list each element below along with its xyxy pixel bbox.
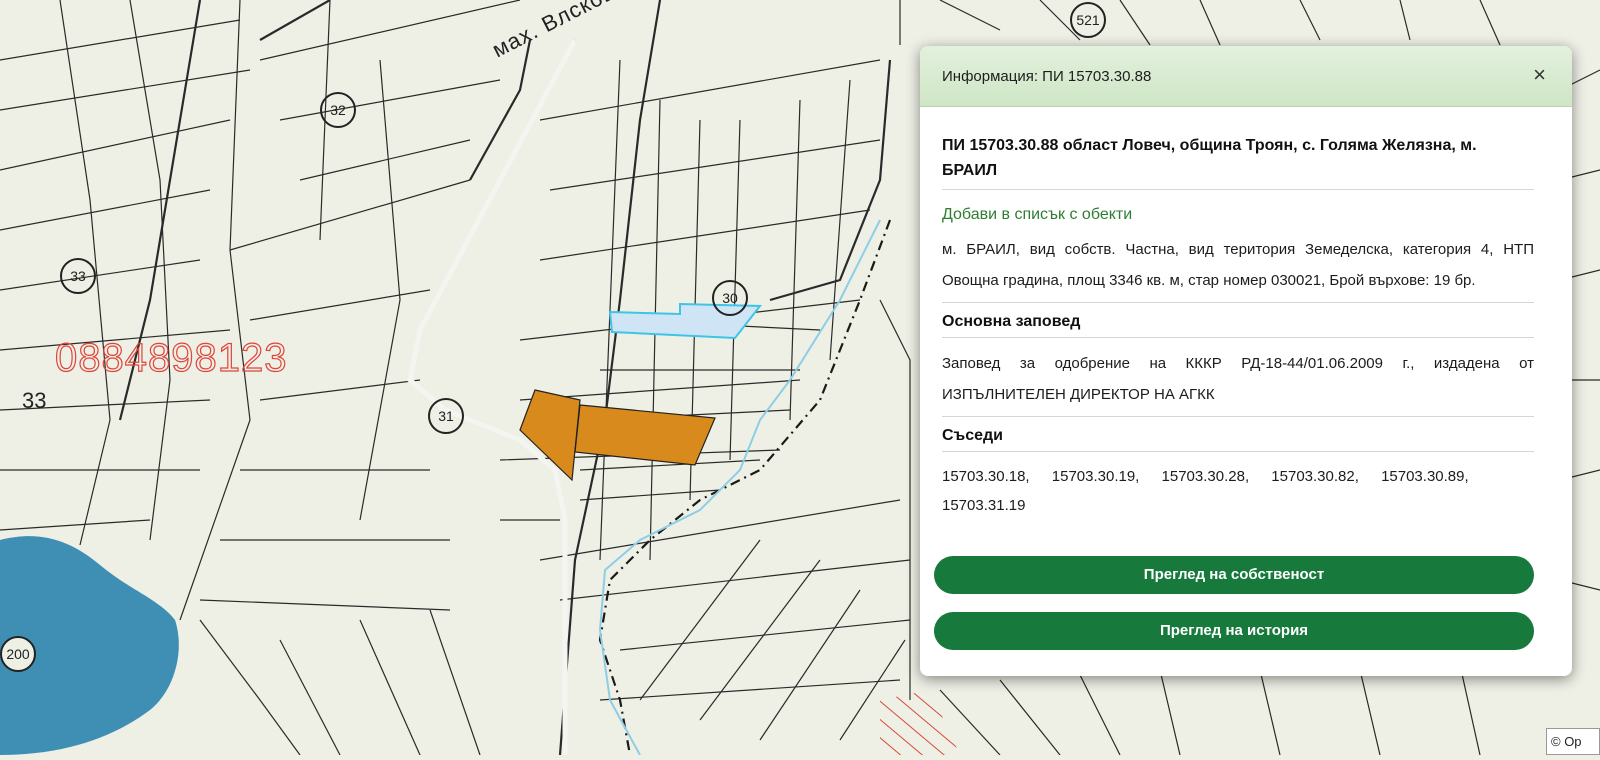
neighbor-link[interactable]: 15703.30.82, <box>1271 468 1359 485</box>
plot-number-badge: 200 <box>0 636 36 672</box>
ownership-button[interactable]: Преглед на собственост <box>934 556 1534 594</box>
info-panel: Информация: ПИ 15703.30.88 × ПИ 15703.30… <box>920 46 1572 676</box>
neighbors-heading: Съседи <box>942 427 1004 444</box>
divider <box>942 451 1534 452</box>
add-to-list-link[interactable]: Добави в списък с обекти <box>942 206 1534 224</box>
neighbor-link[interactable]: 15703.30.19, <box>1052 468 1140 485</box>
info-panel-title: Информация: ПИ 15703.30.88 <box>942 68 1152 85</box>
info-panel-header: Информация: ПИ 15703.30.88 × <box>920 46 1572 107</box>
parcel-heading: ПИ 15703.30.88 област Ловеч, община Троя… <box>942 137 1477 179</box>
divider <box>942 416 1534 417</box>
info-panel-body: ПИ 15703.30.88 област Ловеч, община Троя… <box>920 133 1572 520</box>
plot-number-badge: 33 <box>60 258 96 294</box>
neighbor-link[interactable]: 15703.30.18, <box>942 468 1030 485</box>
divider <box>942 302 1534 303</box>
plot-number-badge: 31 <box>428 398 464 434</box>
area-number-label: 33 <box>22 388 47 413</box>
close-icon[interactable]: × <box>1533 62 1546 88</box>
neighbor-link[interactable]: 15703.30.28, <box>1162 468 1250 485</box>
order-heading: Основна заповед <box>942 313 1081 330</box>
divider <box>942 337 1534 338</box>
plot-number-badge: 30 <box>712 280 748 316</box>
neighbor-link[interactable]: 15703.30.89, <box>1381 468 1469 485</box>
map-attribution[interactable]: © Ор <box>1546 728 1600 755</box>
neighbor-link[interactable]: 15703.31.19 <box>942 497 1025 514</box>
plot-number-badge: 32 <box>320 92 356 128</box>
phone-watermark: 0884898123 <box>54 335 288 380</box>
history-button[interactable]: Преглед на история <box>934 612 1534 650</box>
neighbors-list: 15703.30.18, 15703.30.19, 15703.30.28, 1… <box>942 462 1534 520</box>
divider <box>942 189 1534 190</box>
parcel-description: м. БРАИЛ, вид собств. Частна, вид терито… <box>942 241 1534 289</box>
order-text: Заповед за одобрение на КККР РД-18-44/01… <box>942 355 1534 403</box>
plot-number-badge: 521 <box>1070 2 1106 38</box>
